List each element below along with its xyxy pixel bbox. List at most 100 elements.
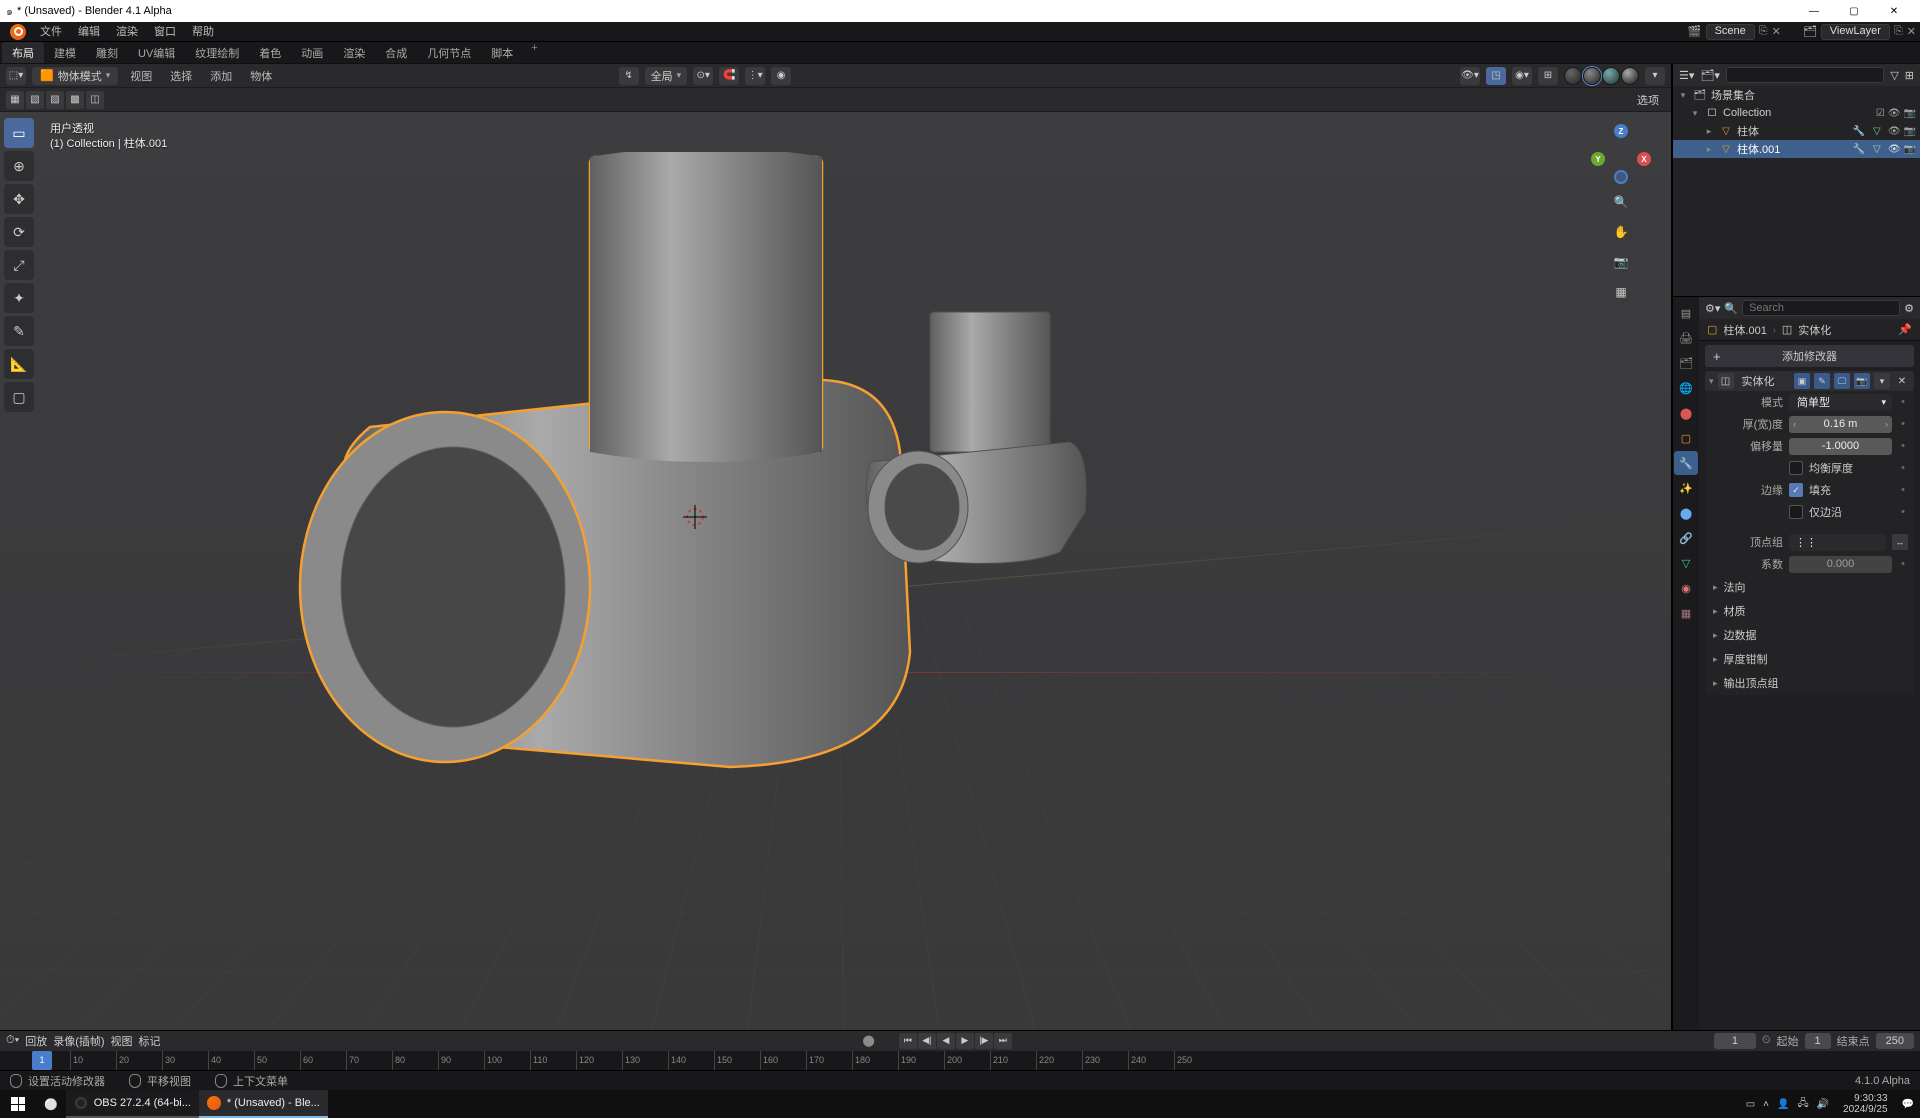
- ptab-constraints[interactable]: 🔗: [1674, 526, 1698, 550]
- play-reverse-button[interactable]: ◀: [937, 1033, 955, 1049]
- modifier-header[interactable]: ▾ ◫ 实体化 ▣ ✎ 🖵 📷 ▾ ✕: [1705, 371, 1914, 391]
- selmode-1[interactable]: ▦: [6, 91, 24, 109]
- window-minimize-button[interactable]: —: [1794, 0, 1834, 22]
- playhead[interactable]: 1: [32, 1051, 52, 1071]
- rotate-tool[interactable]: ⟳: [4, 217, 34, 247]
- viewlayer-delete-icon[interactable]: ✕: [1907, 25, 1916, 38]
- outliner-scene-collection[interactable]: ▾🗂 场景集合: [1673, 86, 1920, 104]
- vgroup-invert-button[interactable]: ↔: [1892, 534, 1908, 550]
- outliner-collection[interactable]: ▾☐ Collection ☑👁📷: [1673, 104, 1920, 122]
- menu-edit[interactable]: 编辑: [70, 22, 108, 42]
- axis-y[interactable]: Y: [1591, 152, 1605, 166]
- shading-wireframe[interactable]: [1564, 67, 1582, 85]
- prop-options-icon[interactable]: ⚙: [1904, 302, 1914, 315]
- scene-new-icon[interactable]: ⎘: [1759, 25, 1768, 38]
- scene-delete-icon[interactable]: ✕: [1772, 25, 1781, 38]
- shading-rendered[interactable]: [1621, 67, 1639, 85]
- preview-range-icon[interactable]: ⏲: [1762, 1034, 1771, 1047]
- modifier-name-field[interactable]: 实体化: [1738, 373, 1790, 389]
- pin-icon[interactable]: 📌: [1898, 323, 1912, 336]
- prop-editor-icon[interactable]: ⚙▾: [1705, 302, 1720, 315]
- scale-tool[interactable]: ⤢: [4, 250, 34, 280]
- tray-chevron-icon[interactable]: ˄: [1763, 1099, 1769, 1110]
- shading-solid[interactable]: [1583, 67, 1601, 85]
- tab-geonodes[interactable]: 几何节点: [417, 42, 481, 63]
- show-overlays[interactable]: ◉▾: [1512, 67, 1532, 85]
- mod-extras[interactable]: ▾: [1874, 373, 1890, 389]
- outliner-tree[interactable]: ▾🗂 场景集合 ▾☐ Collection ☑👁📷 ▸▽ 柱体 🔧 ▽ 👁📷 ▸…: [1673, 86, 1920, 296]
- taskbar-search[interactable]: ⚪: [36, 1090, 66, 1118]
- scene-browse-icon[interactable]: 🎬: [1688, 25, 1702, 38]
- tab-sculpt[interactable]: 雕刻: [86, 42, 128, 63]
- thickness-field[interactable]: ‹0.16 m›: [1789, 416, 1892, 433]
- autokey-icon[interactable]: ⬤: [863, 1034, 875, 1047]
- ptab-scene[interactable]: 🌐: [1674, 376, 1698, 400]
- ptab-viewlayer[interactable]: 🗂: [1674, 351, 1698, 375]
- axis-negz[interactable]: [1614, 170, 1628, 184]
- show-gizmos[interactable]: ◳: [1486, 67, 1506, 85]
- mod-show-render[interactable]: 📷: [1854, 373, 1870, 389]
- tray-notifications-icon[interactable]: 💬: [1902, 1099, 1914, 1110]
- tl-menu-playback[interactable]: 回放: [25, 1033, 47, 1049]
- orientation-selector[interactable]: ↯: [619, 67, 639, 85]
- viewlayer-new-icon[interactable]: ⎘: [1894, 25, 1903, 38]
- tab-modeling[interactable]: 建模: [44, 42, 86, 63]
- mod-delete-icon[interactable]: ✕: [1894, 373, 1910, 389]
- tab-shading[interactable]: 着色: [249, 42, 291, 63]
- ptab-output[interactable]: 🖨: [1674, 326, 1698, 350]
- object-visibility[interactable]: 👁▾: [1460, 67, 1480, 85]
- workspace-add-button[interactable]: +: [523, 42, 545, 63]
- 3d-viewport[interactable]: 用户透视 (1) Collection | 柱体.001: [0, 112, 1671, 1030]
- ptab-texture[interactable]: ▦: [1674, 601, 1698, 625]
- vp-menu-select[interactable]: 选择: [164, 67, 198, 85]
- tab-uvedit[interactable]: UV编辑: [128, 42, 185, 63]
- ptab-particles[interactable]: ✨: [1674, 476, 1698, 500]
- tray-people-icon[interactable]: 👤: [1777, 1099, 1789, 1110]
- selmode-5[interactable]: ◫: [86, 91, 104, 109]
- vp-menu-add[interactable]: 添加: [204, 67, 238, 85]
- factor-field[interactable]: 0.000: [1789, 556, 1892, 573]
- current-frame-field[interactable]: 1: [1714, 1033, 1756, 1049]
- mod-show-edit[interactable]: ✎: [1814, 373, 1830, 389]
- menu-file[interactable]: 文件: [32, 22, 70, 42]
- proportional-edit[interactable]: ◉: [771, 67, 791, 85]
- ptab-modifiers[interactable]: 🔧: [1674, 451, 1698, 475]
- annotate-tool[interactable]: ✎: [4, 316, 34, 346]
- ptab-material[interactable]: ◉: [1674, 576, 1698, 600]
- outliner-item-cylinder[interactable]: ▸▽ 柱体 🔧 ▽ 👁📷: [1673, 122, 1920, 140]
- keyframe-prev-button[interactable]: ◀|: [918, 1033, 936, 1049]
- outliner-item-cylinder001[interactable]: ▸▽ 柱体.001 🔧 ▽ 👁📷: [1673, 140, 1920, 158]
- axis-gizmo[interactable]: Z X Y: [1591, 124, 1651, 184]
- start-frame-field[interactable]: 1: [1805, 1033, 1831, 1049]
- taskbar-clock[interactable]: 9:30:33 2024/9/25: [1837, 1091, 1894, 1117]
- tl-menu-view[interactable]: 视图: [111, 1033, 133, 1049]
- tab-texpaint[interactable]: 纹理绘制: [185, 42, 249, 63]
- breadcrumb-mod[interactable]: 实体化: [1798, 322, 1831, 338]
- subpanel-normals[interactable]: 法向: [1705, 575, 1914, 599]
- subpanel-edgedata[interactable]: 边数据: [1705, 623, 1914, 647]
- even-thickness-checkbox[interactable]: [1789, 461, 1803, 475]
- snap-toggle[interactable]: 🧲: [719, 67, 739, 85]
- subpanel-thickclamp[interactable]: 厚度钳制: [1705, 647, 1914, 671]
- add-modifier-button[interactable]: 添加修改器: [1705, 345, 1914, 367]
- pan-button[interactable]: ✋: [1609, 220, 1633, 244]
- ptab-world[interactable]: ⬤: [1674, 401, 1698, 425]
- obs-task[interactable]: OBS 27.2.4 (64-bi...: [66, 1090, 199, 1118]
- transform-tool[interactable]: ✦: [4, 283, 34, 313]
- tray-volume-icon[interactable]: 🔊: [1817, 1099, 1829, 1110]
- ptab-physics[interactable]: ⬤: [1674, 501, 1698, 525]
- breadcrumb-obj[interactable]: 柱体.001: [1723, 322, 1766, 338]
- tab-anim[interactable]: 动画: [291, 42, 333, 63]
- menu-window[interactable]: 窗口: [146, 22, 184, 42]
- vp-menu-object[interactable]: 物体: [244, 67, 278, 85]
- ptab-object[interactable]: ▢: [1674, 426, 1698, 450]
- mod-show-cage[interactable]: ▣: [1794, 373, 1810, 389]
- outliner-new-collection[interactable]: ⊞: [1905, 69, 1914, 82]
- jump-start-button[interactable]: ⏮: [899, 1033, 917, 1049]
- subpanel-outputvg[interactable]: 输出顶点组: [1705, 671, 1914, 695]
- zoom-button[interactable]: 🔍: [1609, 190, 1633, 214]
- rim-fill-checkbox[interactable]: ✓: [1789, 483, 1803, 497]
- tab-compositing[interactable]: 合成: [375, 42, 417, 63]
- selmode-2[interactable]: ▧: [26, 91, 44, 109]
- select-box-tool[interactable]: ▭: [4, 118, 34, 148]
